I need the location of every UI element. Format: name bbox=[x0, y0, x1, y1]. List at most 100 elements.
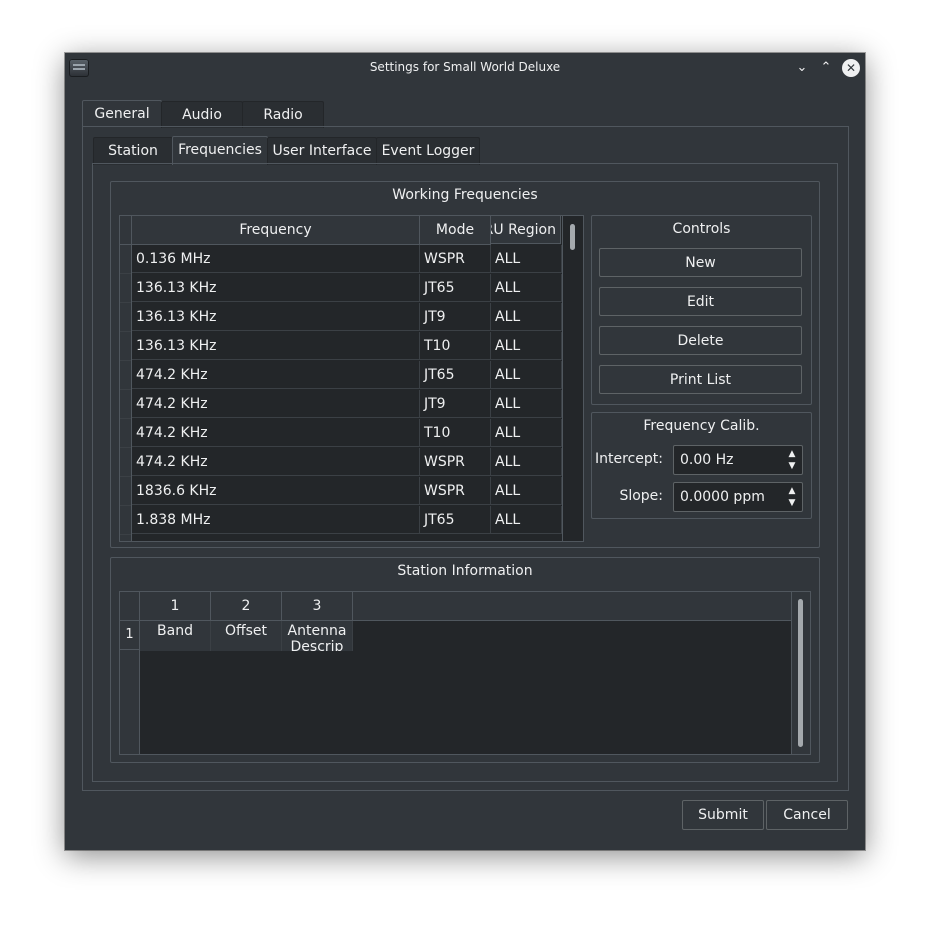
frequency-table-scrollbar[interactable] bbox=[562, 216, 583, 541]
cell-antenna-description[interactable]: Antenna Descrip bbox=[282, 621, 353, 651]
cell-region[interactable]: ALL bbox=[491, 506, 562, 534]
scroll-handle[interactable] bbox=[798, 599, 803, 747]
table-row[interactable]: 136.13 KHz JT65 ALL bbox=[120, 274, 562, 303]
tab-user-interface[interactable]: User Interface bbox=[267, 137, 377, 165]
cell-frequency[interactable]: 136.13 KHz bbox=[132, 274, 420, 302]
table-row[interactable]: 136.13 KHz JT9 ALL bbox=[120, 303, 562, 332]
cell-frequency[interactable]: 474.2 KHz bbox=[132, 361, 420, 389]
spin-up-icon[interactable]: ▲ bbox=[786, 448, 798, 460]
slope-spinbox[interactable]: 0.0000 ppm ▲ ▼ bbox=[673, 482, 803, 512]
column-header-iaru-region[interactable]: IARU Region bbox=[491, 216, 561, 244]
cell-mode[interactable]: WSPR bbox=[420, 448, 491, 476]
cell-offset[interactable]: Offset bbox=[211, 621, 282, 651]
cell-region[interactable]: ALL bbox=[491, 448, 562, 476]
table-row[interactable]: 474.2 KHz JT9 ALL bbox=[120, 390, 562, 419]
cell-frequency[interactable]: 474.2 KHz bbox=[132, 390, 420, 418]
cell-mode[interactable]: JT65 bbox=[420, 506, 491, 534]
delete-button[interactable]: Delete bbox=[599, 326, 802, 355]
tab-frequencies[interactable]: Frequencies bbox=[172, 136, 268, 165]
maximize-icon[interactable]: ⌃ bbox=[816, 58, 836, 78]
submit-button[interactable]: Submit bbox=[682, 800, 764, 830]
cell-region[interactable]: ALL bbox=[491, 361, 562, 389]
cell-frequency[interactable]: 136.13 KHz bbox=[132, 303, 420, 331]
minimize-icon[interactable]: ⌄ bbox=[792, 58, 812, 78]
scroll-handle[interactable] bbox=[570, 224, 575, 250]
intercept-spinbox[interactable]: 0.00 Hz ▲ ▼ bbox=[673, 445, 803, 475]
frequency-calibration-group: Frequency Calib. Intercept: 0.00 Hz ▲ ▼ … bbox=[591, 412, 812, 519]
cell-mode[interactable]: T10 bbox=[420, 419, 491, 447]
spin-down-icon[interactable]: ▼ bbox=[786, 460, 798, 472]
controls-group: Controls New Edit Delete Print List bbox=[591, 215, 812, 405]
cell-region[interactable]: ALL bbox=[491, 477, 562, 505]
cell-frequency[interactable]: 0.136 MHz bbox=[132, 245, 420, 273]
cell-region[interactable]: ALL bbox=[491, 245, 562, 273]
tab-label: Frequencies bbox=[178, 142, 262, 158]
cell-mode[interactable]: T10 bbox=[420, 332, 491, 360]
cell-frequency[interactable]: 474.2 KHz bbox=[132, 419, 420, 447]
cell-region[interactable]: ALL bbox=[491, 332, 562, 360]
table-row[interactable]: 0.136 MHz WSPR ALL bbox=[120, 245, 562, 274]
tab-event-logger[interactable]: Event Logger bbox=[376, 137, 480, 165]
cell-region[interactable]: ALL bbox=[491, 390, 562, 418]
cell-mode[interactable]: WSPR bbox=[420, 477, 491, 505]
intercept-value: 0.00 Hz bbox=[680, 452, 734, 468]
column-header-3[interactable]: 3 bbox=[282, 592, 353, 621]
close-icon[interactable]: ✕ bbox=[842, 59, 860, 77]
spin-up-icon[interactable]: ▲ bbox=[786, 485, 798, 497]
window-title: Settings for Small World Deluxe bbox=[369, 60, 561, 74]
print-list-button[interactable]: Print List bbox=[599, 365, 802, 394]
cell-region[interactable]: ALL bbox=[491, 274, 562, 302]
table-corner bbox=[120, 216, 132, 245]
controls-title: Controls bbox=[672, 221, 731, 237]
table-row[interactable]: 474.2 KHz T10 ALL bbox=[120, 419, 562, 448]
tab-general[interactable]: General bbox=[82, 100, 162, 128]
cell-frequency[interactable]: 474.2 KHz bbox=[132, 448, 420, 476]
tab-radio[interactable]: Radio bbox=[242, 101, 324, 128]
cell-mode[interactable]: JT65 bbox=[420, 361, 491, 389]
cell-mode[interactable]: JT65 bbox=[420, 274, 491, 302]
tab-audio[interactable]: Audio bbox=[161, 101, 243, 128]
slope-label: Slope: bbox=[619, 488, 663, 504]
settings-window: Settings for Small World Deluxe ⌄ ⌃ ✕ Ge… bbox=[65, 53, 865, 850]
cell-frequency[interactable]: 136.13 KHz bbox=[132, 332, 420, 360]
table-corner bbox=[120, 592, 140, 621]
column-header-frequency[interactable]: Frequency bbox=[132, 216, 420, 245]
tab-label: Station bbox=[108, 143, 158, 159]
cell-region[interactable]: ALL bbox=[491, 419, 562, 447]
cell-band[interactable]: Band bbox=[140, 621, 211, 651]
cancel-button[interactable]: Cancel bbox=[766, 800, 848, 830]
station-table-scrollbar[interactable] bbox=[791, 592, 810, 754]
table-row[interactable]: 474.2 KHz WSPR ALL bbox=[120, 448, 562, 477]
edit-button[interactable]: Edit bbox=[599, 287, 802, 316]
frequency-table[interactable]: Frequency Mode IARU Region 0.136 MHzWSPR… bbox=[119, 215, 584, 542]
tab-label: Radio bbox=[263, 107, 303, 123]
table-row[interactable]: 1.838 MHz JT65 ALL bbox=[120, 506, 562, 535]
frequency-calibration-title: Frequency Calib. bbox=[643, 418, 760, 434]
station-information-group: Station Information 1 2 3 1 Band Offset … bbox=[110, 557, 820, 763]
slope-value: 0.0000 ppm bbox=[680, 489, 765, 505]
cell-mode[interactable]: WSPR bbox=[420, 245, 491, 273]
column-header-2[interactable]: 2 bbox=[211, 592, 282, 621]
table-row[interactable]: 474.2 KHz JT65 ALL bbox=[120, 361, 562, 390]
tab-station[interactable]: Station bbox=[93, 137, 173, 165]
cell-mode[interactable]: JT9 bbox=[420, 303, 491, 331]
column-header-1[interactable]: 1 bbox=[140, 592, 211, 621]
spin-down-icon[interactable]: ▼ bbox=[786, 497, 798, 509]
tab-label: General bbox=[94, 106, 150, 122]
station-information-table[interactable]: 1 2 3 1 Band Offset Antenna Descrip bbox=[119, 591, 811, 755]
cell-region[interactable]: ALL bbox=[491, 303, 562, 331]
table-row[interactable]: 1836.6 KHz WSPR ALL bbox=[120, 477, 562, 506]
new-button[interactable]: New bbox=[599, 248, 802, 277]
working-frequencies-title: Working Frequencies bbox=[392, 187, 538, 203]
intercept-label: Intercept: bbox=[595, 451, 663, 467]
table-row[interactable]: 136.13 KHz T10 ALL bbox=[120, 332, 562, 361]
cell-mode[interactable]: JT9 bbox=[420, 390, 491, 418]
working-frequencies-group: Working Frequencies Frequency Mode IARU … bbox=[110, 181, 820, 548]
cell-frequency[interactable]: 1.838 MHz bbox=[132, 506, 420, 534]
title-bar[interactable]: Settings for Small World Deluxe ⌄ ⌃ ✕ bbox=[65, 53, 865, 83]
row-header-column: 1 bbox=[120, 621, 140, 754]
cell-frequency[interactable]: 1836.6 KHz bbox=[132, 477, 420, 505]
row-header-1[interactable]: 1 bbox=[120, 621, 139, 650]
tab-label: Audio bbox=[182, 107, 222, 123]
column-header-mode[interactable]: Mode bbox=[420, 216, 491, 245]
